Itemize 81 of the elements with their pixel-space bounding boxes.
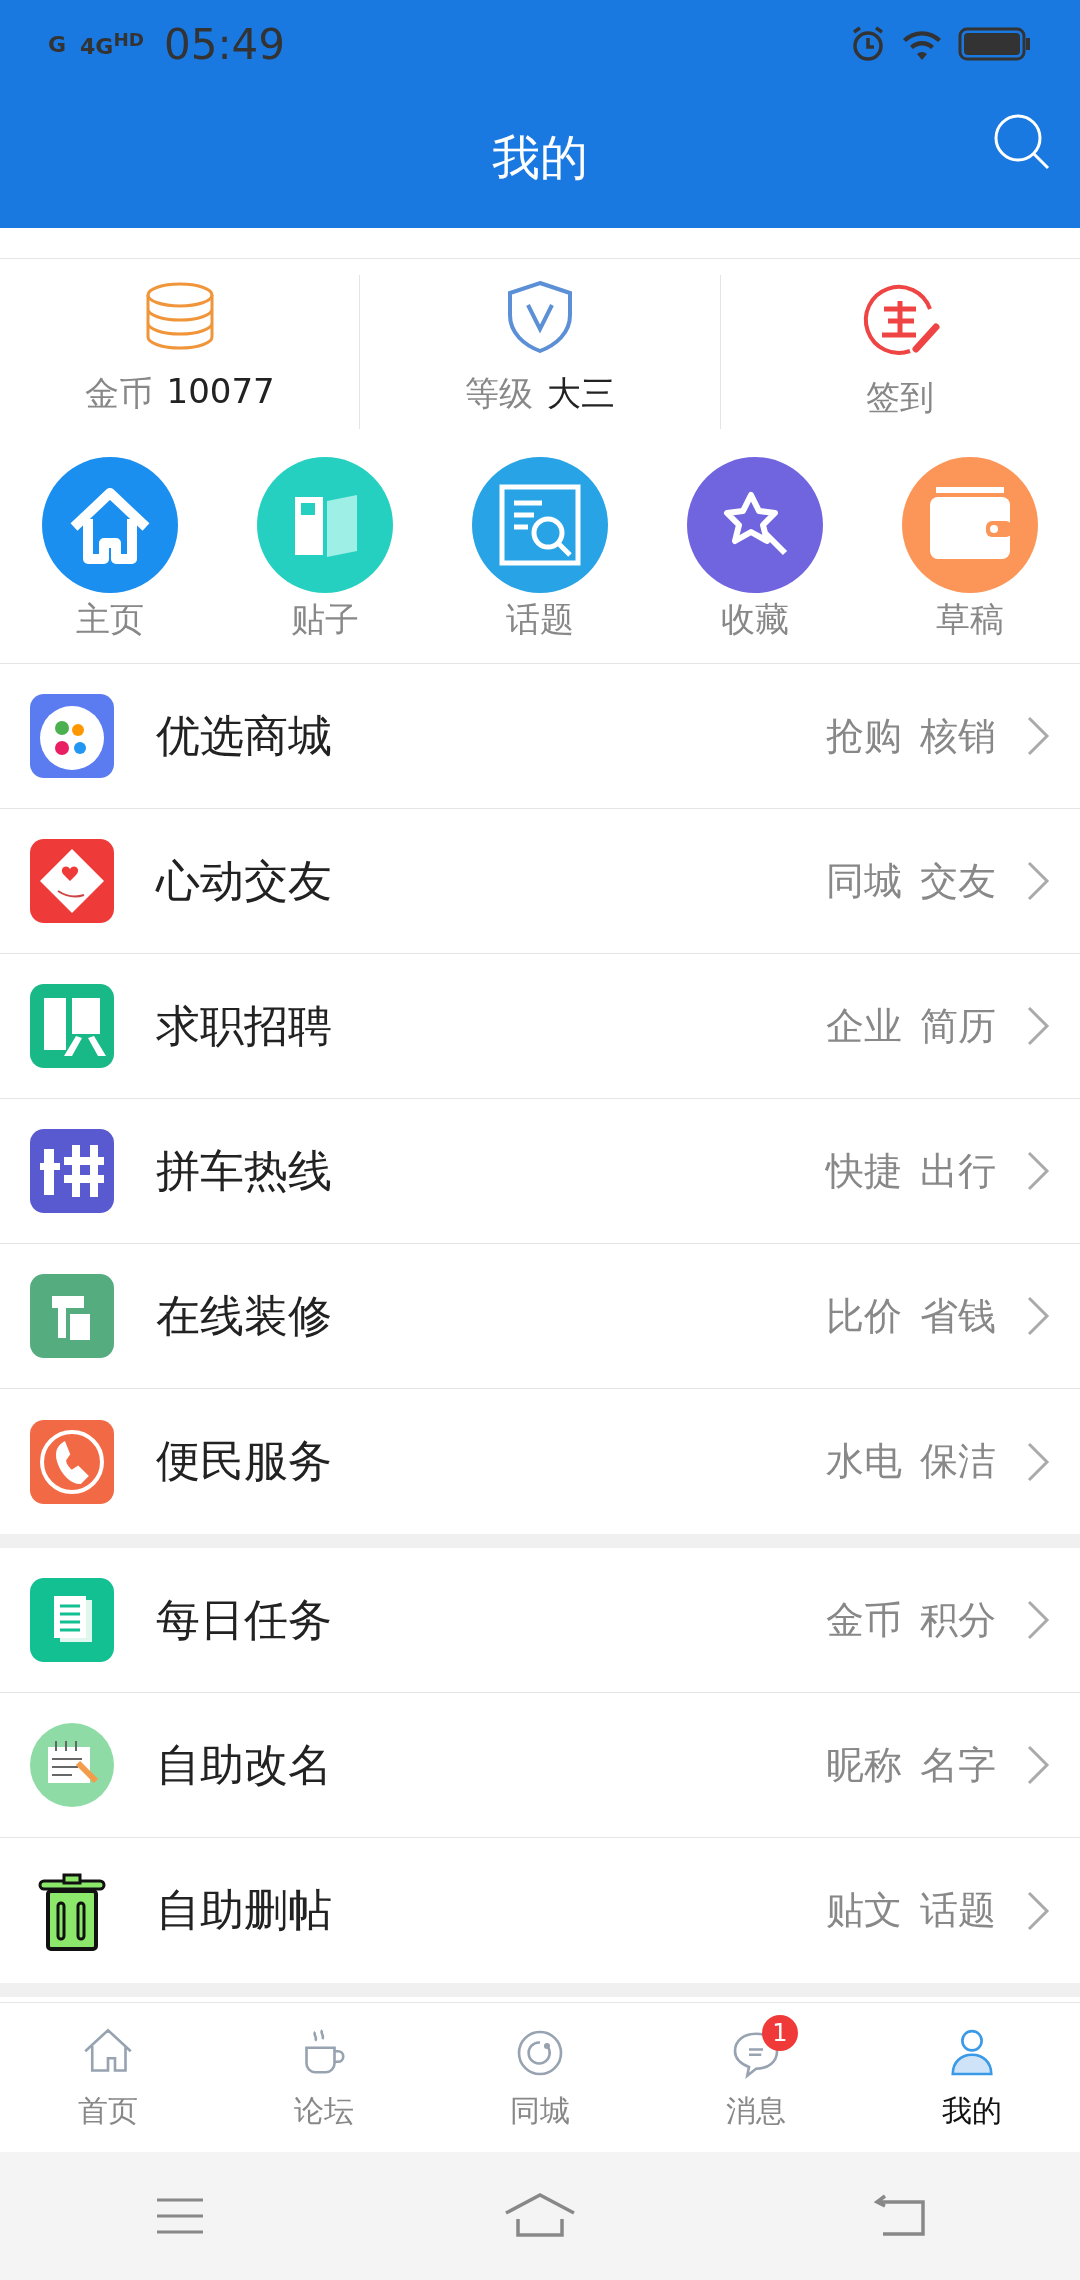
clock-time: 05:49 <box>164 19 286 69</box>
row-tag: 快捷 <box>826 1145 902 1197</box>
row-tag: 话题 <box>920 1885 996 1936</box>
row-tag: 积分 <box>920 1594 996 1646</box>
network-label: 4G$^{HD}$ <box>80 28 144 60</box>
stat-label: 金币 <box>84 372 153 415</box>
paint-roller-icon <box>30 1274 114 1358</box>
row-tag: 同城 <box>826 855 902 907</box>
shortcut-button[interactable]: 贴子 <box>255 457 395 643</box>
row-tag: 昵称 <box>826 1739 902 1791</box>
menu-row[interactable]: 拼车热线 快捷 出行 <box>0 1099 1080 1244</box>
chevron-right-icon <box>1026 1440 1050 1483</box>
row-tag: 金币 <box>826 1594 902 1646</box>
stat-label: 等级 <box>465 372 533 415</box>
menu-row[interactable]: 优选商城 抢购 核销 <box>0 664 1080 809</box>
alarm-icon <box>850 26 886 62</box>
menu-row[interactable]: 每日任务 金币 积分 <box>0 1548 1080 1693</box>
document-search-icon <box>472 457 608 593</box>
row-title: 拼车热线 <box>156 1143 333 1198</box>
row-tag: 比价 <box>826 1290 902 1342</box>
row-tag: 核销 <box>920 710 996 762</box>
row-title: 自助删帖 <box>156 1883 333 1937</box>
stat-value: 10077 <box>166 371 275 413</box>
row-title: 求职招聘 <box>156 998 333 1053</box>
chevron-right-icon <box>1026 1295 1050 1337</box>
shortcut-button[interactable]: 主页 <box>40 457 180 643</box>
row-tag: 出行 <box>920 1145 996 1197</box>
menu-row[interactable]: 心动交友 同城 交友 <box>0 809 1080 954</box>
chevron-right-icon <box>1026 715 1050 757</box>
row-tag: 省钱 <box>920 1290 996 1342</box>
menu-row[interactable]: 求职招聘 企业 简历 <box>0 954 1080 1099</box>
tab-button[interactable]: 首页 <box>0 2003 216 2152</box>
row-tag: 名字 <box>920 1739 996 1791</box>
tab-button[interactable]: 同城 <box>432 2003 648 2152</box>
row-title: 每日任务 <box>156 1592 333 1647</box>
tab-button[interactable]: 消息 1 <box>648 2003 864 2152</box>
unread-badge: 1 <box>762 2015 798 2051</box>
tab-button[interactable]: 我的 <box>864 2003 1080 2152</box>
menu-row[interactable]: 自助删帖 贴文 话题 <box>0 1838 1080 1983</box>
row-tag: 水电 <box>826 1436 902 1487</box>
house-icon <box>42 457 178 593</box>
job-logo-icon <box>30 984 114 1068</box>
menu-row[interactable]: 便民服务 水电 保洁 <box>0 1389 1080 1534</box>
row-tag: 抢购 <box>826 710 902 762</box>
heart-card-icon <box>30 839 114 923</box>
shortcut-button[interactable]: 收藏 <box>685 457 825 643</box>
row-title: 心动交友 <box>156 853 333 908</box>
row-tag: 保洁 <box>920 1436 996 1487</box>
chevron-right-icon <box>1026 1005 1050 1047</box>
menu-row[interactable]: 自助改名 昵称 名字 <box>0 1693 1080 1838</box>
stat-label: 签到 <box>866 376 935 419</box>
wallet-icon <box>902 457 1038 593</box>
battery-icon <box>958 27 1032 61</box>
search-icon[interactable] <box>992 112 1052 172</box>
chevron-right-icon <box>1026 1599 1050 1641</box>
row-tag: 简历 <box>920 1000 996 1052</box>
stat-value: 大三 <box>547 372 615 415</box>
chevron-right-icon <box>1026 1744 1050 1786</box>
row-tag: 贴文 <box>826 1885 902 1936</box>
row-title: 在线装修 <box>156 1288 333 1343</box>
row-tag: 交友 <box>920 855 996 907</box>
notepad-icon <box>30 1723 114 1807</box>
document-icon <box>30 1578 114 1662</box>
row-title: 便民服务 <box>156 1434 333 1488</box>
star-wand-icon <box>687 457 823 593</box>
row-tag: 企业 <box>826 1000 902 1052</box>
network-label: G <box>48 31 67 57</box>
chevron-right-icon <box>1026 1150 1050 1192</box>
page-title: 我的 <box>492 128 588 187</box>
tab-button[interactable]: 论坛 <box>216 2003 432 2152</box>
row-title: 自助改名 <box>156 1737 333 1792</box>
shortcut-button[interactable]: 草稿 <box>900 457 1040 643</box>
shop-logo-icon <box>30 694 114 778</box>
carpool-logo-icon <box>30 1129 114 1213</box>
shortcut-button[interactable]: 话题 <box>470 457 610 643</box>
chevron-right-icon <box>1026 860 1050 902</box>
phone-icon <box>30 1419 114 1504</box>
chevron-right-icon <box>1026 1889 1050 1932</box>
book-icon <box>257 457 393 593</box>
row-title: 优选商城 <box>156 708 333 763</box>
menu-row[interactable]: 在线装修 比价 省钱 <box>0 1244 1080 1389</box>
